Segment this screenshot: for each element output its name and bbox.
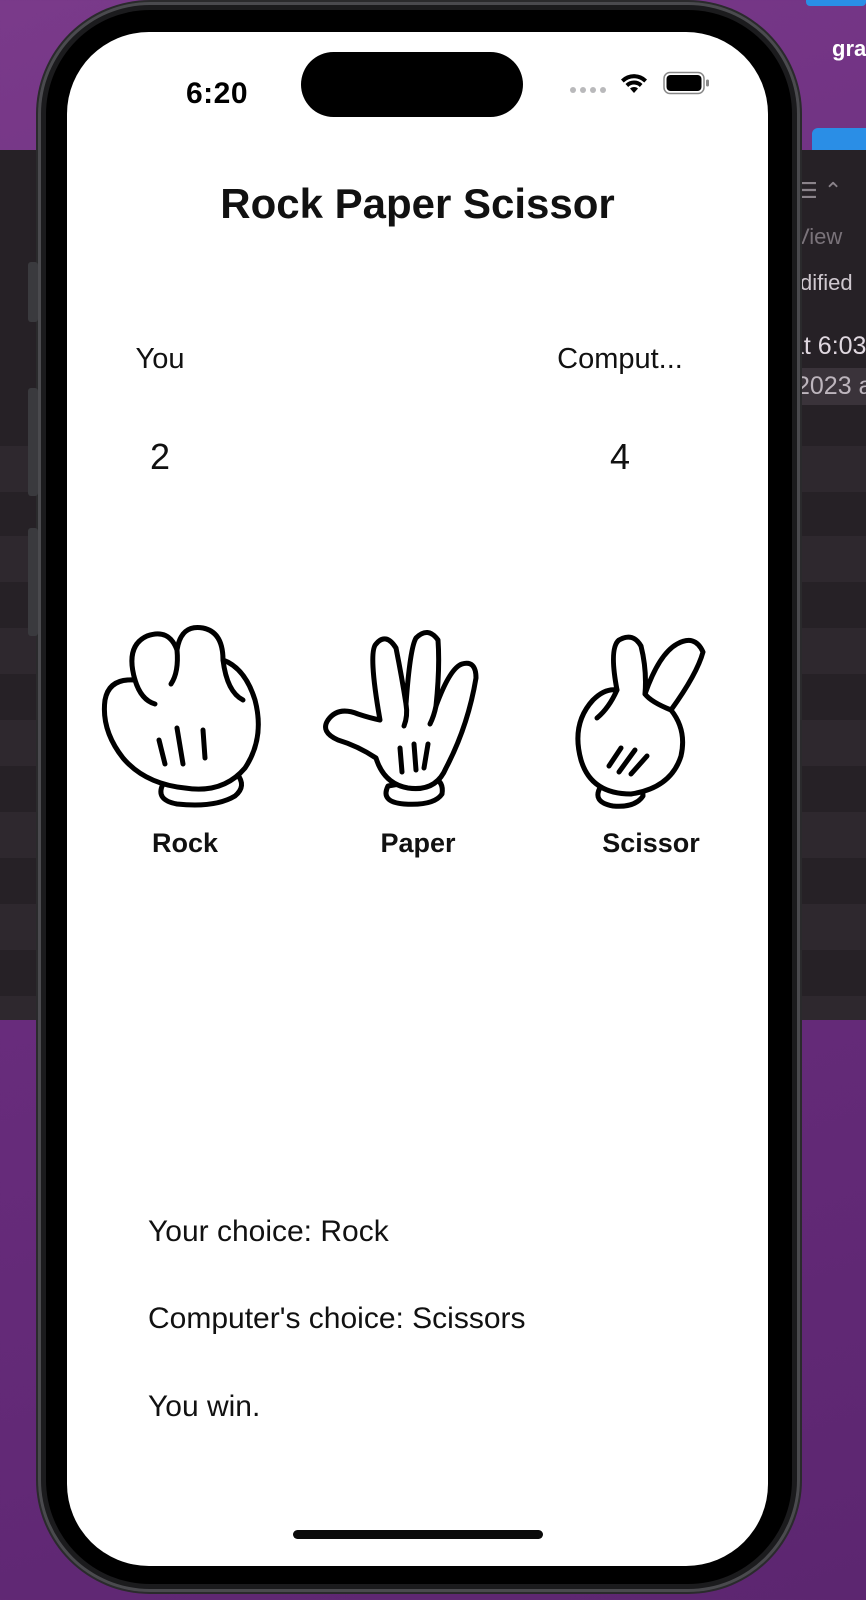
outcome-text: You win. xyxy=(148,1390,261,1423)
status-time: 6:20 xyxy=(185,77,249,110)
player-label: You xyxy=(135,343,185,375)
volume-up-button xyxy=(28,388,38,496)
paper-label: Paper xyxy=(380,828,456,858)
desktop-item-label[interactable]: gra xyxy=(832,36,866,62)
scissor-label: Scissor xyxy=(602,828,700,858)
finder-row-date-selected: 2023 a xyxy=(790,368,866,405)
computer-score: 4 xyxy=(609,436,631,477)
wifi-icon xyxy=(621,74,647,93)
paper-hand-icon xyxy=(323,630,479,807)
player-score: 2 xyxy=(149,436,171,477)
mute-switch xyxy=(28,262,38,322)
battery-icon xyxy=(663,71,709,95)
desktop-folder-icon xyxy=(806,0,866,6)
scissor-hand-icon xyxy=(575,634,706,809)
finder-column-view[interactable]: View xyxy=(795,224,842,250)
paper-button[interactable]: Paper xyxy=(318,608,518,878)
your-choice-text: Your choice: Rock xyxy=(148,1215,389,1248)
page-title: Rock Paper Scissor xyxy=(220,180,615,227)
finder-row-date: at 6:03 xyxy=(790,332,866,360)
finder-column-modified[interactable]: dified xyxy=(800,270,853,296)
rock-button[interactable]: Rock xyxy=(85,608,285,878)
scissor-button[interactable]: Scissor xyxy=(551,608,751,878)
rock-hand-icon xyxy=(101,624,261,808)
computer-choice-text: Computer's choice: Scissors xyxy=(148,1302,526,1335)
signal-dots-icon xyxy=(570,87,606,93)
app-screen: 6:20 Rock Paper Scissor You Comput... 2 … xyxy=(67,32,768,1566)
home-indicator[interactable] xyxy=(293,1530,543,1539)
sort-toggle-icon[interactable]: ☰ ⌃ xyxy=(798,178,842,204)
volume-down-button xyxy=(28,528,38,636)
computer-label: Comput... xyxy=(557,343,683,375)
dynamic-island xyxy=(301,52,523,117)
rock-label: Rock xyxy=(151,828,219,858)
desktop-folder-icon[interactable] xyxy=(812,128,866,152)
